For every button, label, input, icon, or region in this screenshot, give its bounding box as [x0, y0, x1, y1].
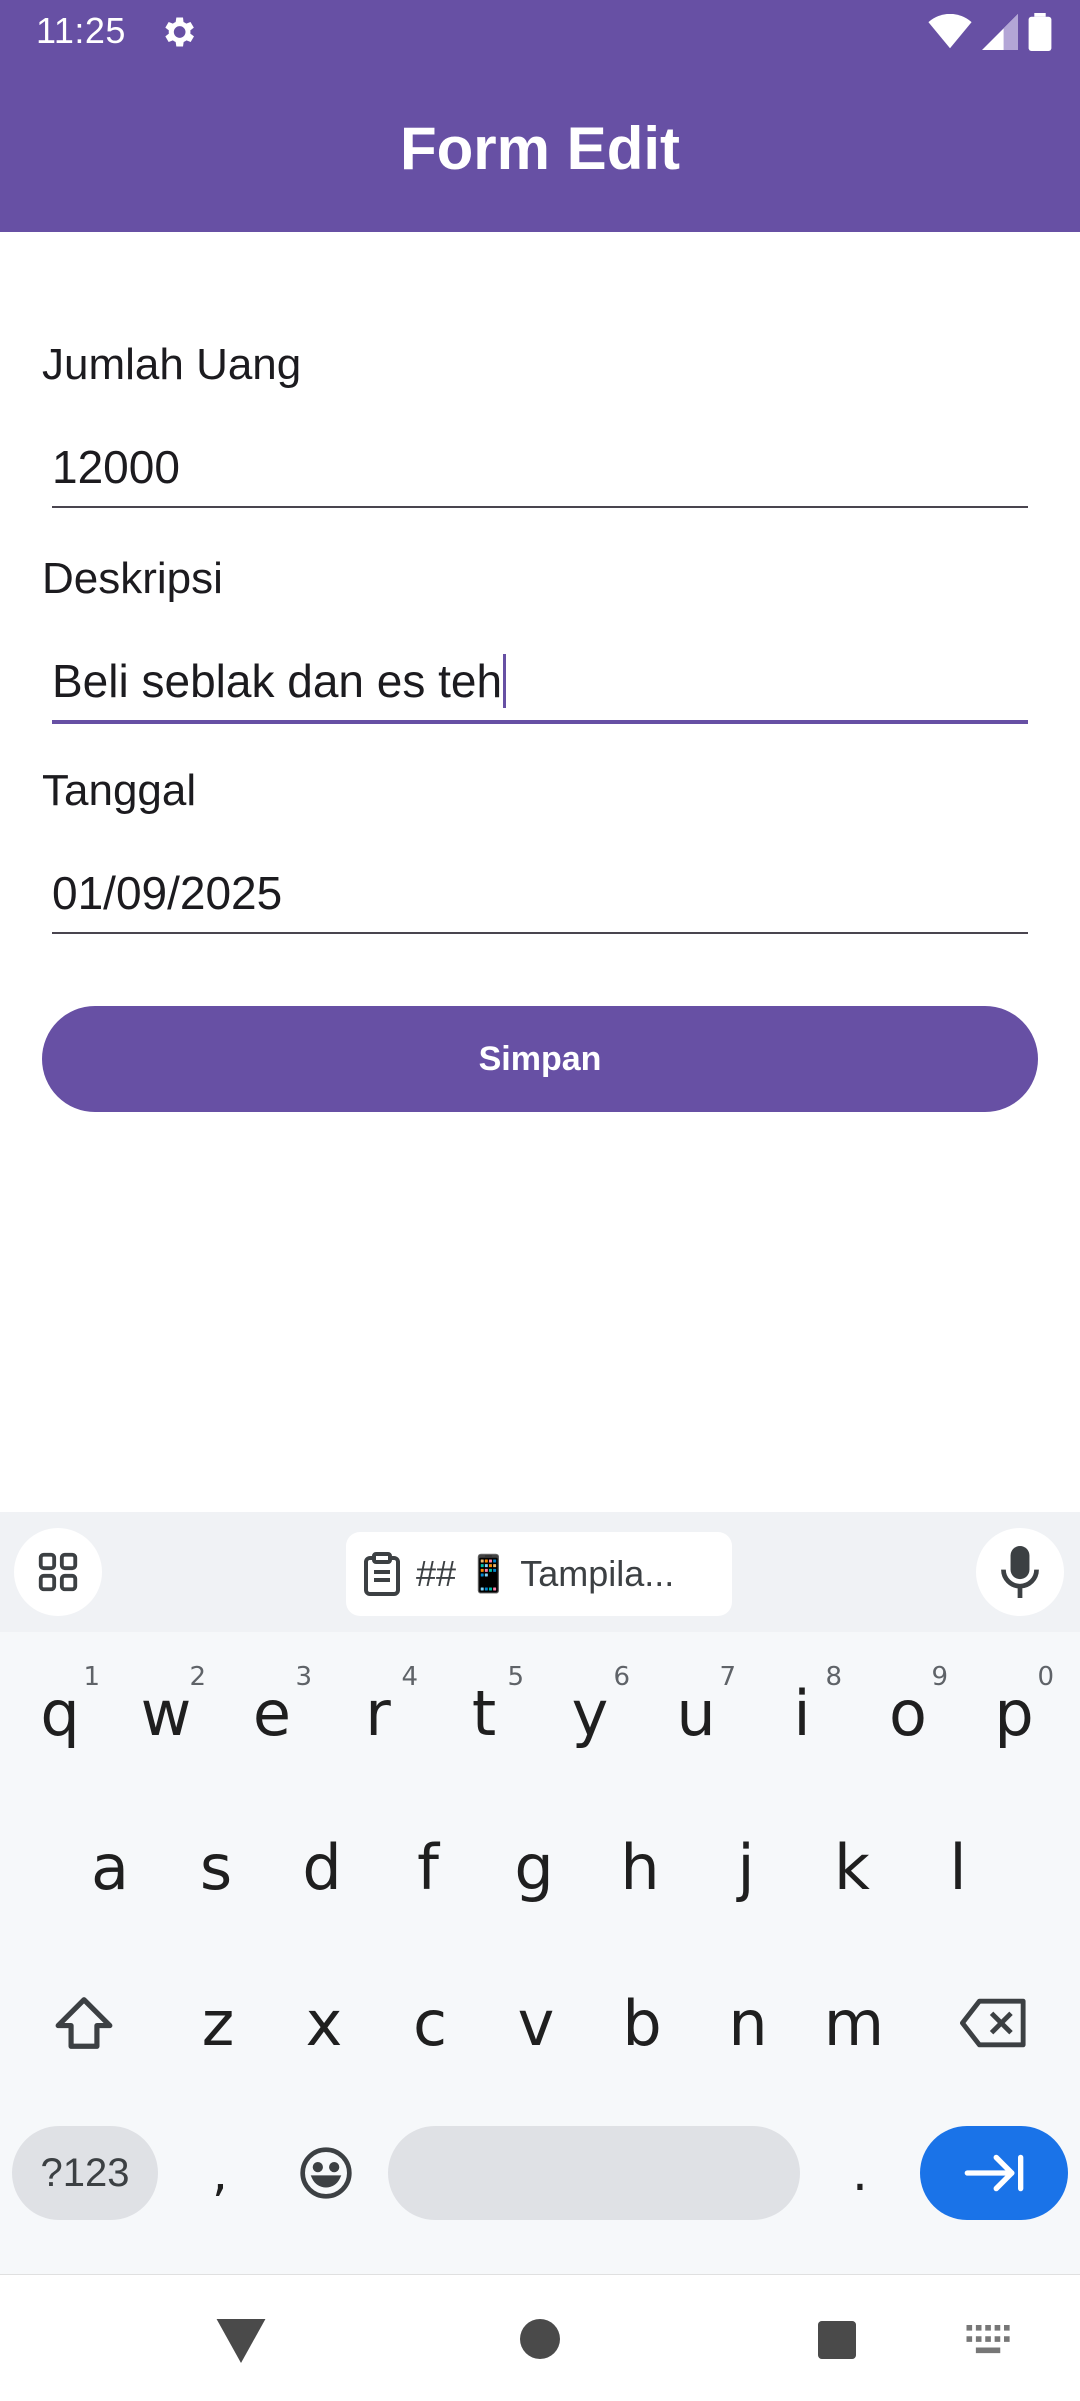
key-b[interactable]: b	[592, 1958, 692, 2088]
key-a[interactable]: a	[60, 1802, 160, 1932]
key-l[interactable]: l	[908, 1802, 1008, 1932]
key-v[interactable]: v	[486, 1958, 586, 2088]
key-x[interactable]: x	[274, 1958, 374, 2088]
clipboard-suggestion[interactable]: ## 📱 Tampila...	[346, 1532, 732, 1616]
microphone-icon[interactable]	[976, 1528, 1064, 1616]
key-z[interactable]: z	[168, 1958, 268, 2088]
key-d[interactable]: d	[272, 1802, 372, 1932]
keyboard-toolbar: ## 📱 Tampila...	[0, 1512, 1080, 1632]
status-bar: 11:25	[0, 0, 1080, 62]
key-g[interactable]: g	[484, 1802, 584, 1932]
key-u[interactable]: u7	[646, 1648, 746, 1778]
key-y[interactable]: y6	[540, 1648, 640, 1778]
clipboard-text: ## 📱 Tampila...	[416, 1553, 675, 1594]
soft-keyboard: ## 📱 Tampila... q1 w2 e3 r4 t5 y6 u7 i8 …	[0, 1512, 1080, 2274]
apps-grid-icon[interactable]	[14, 1528, 102, 1616]
status-time: 11:25	[36, 10, 126, 51]
key-i[interactable]: i8	[752, 1648, 852, 1778]
key-r[interactable]: r4	[328, 1648, 428, 1778]
date-field[interactable]: 01/09/2025	[52, 858, 1028, 934]
app-bar: Form Edit	[0, 62, 1080, 232]
clipboard-icon	[364, 1552, 400, 1596]
key-t[interactable]: t5	[434, 1648, 534, 1778]
date-value: 01/09/2025	[52, 867, 283, 919]
key-q[interactable]: q1	[10, 1648, 110, 1778]
key-w[interactable]: w2	[116, 1648, 216, 1778]
key-e[interactable]: e3	[222, 1648, 322, 1778]
description-label: Deskripsi	[42, 554, 223, 603]
key-m[interactable]: m	[804, 1958, 904, 2088]
settings-gear-icon	[165, 17, 194, 47]
shift-icon[interactable]	[34, 1958, 134, 2088]
amount-label: Jumlah Uang	[42, 340, 302, 389]
spacebar[interactable]	[388, 2126, 800, 2220]
amount-field[interactable]: 12000	[52, 432, 1028, 508]
keyboard-switch-icon[interactable]	[966, 2325, 1012, 2355]
key-f[interactable]: f	[378, 1802, 478, 1932]
description-value: Beli seblak dan es teh	[52, 653, 507, 712]
save-button[interactable]: Simpan	[42, 1006, 1038, 1112]
recents-icon[interactable]	[818, 2321, 856, 2359]
home-icon[interactable]	[520, 2319, 560, 2359]
key-period[interactable]: .	[810, 2108, 910, 2238]
key-j[interactable]: j	[696, 1802, 796, 1932]
description-field[interactable]: Beli seblak dan es teh	[52, 646, 1028, 724]
key-p[interactable]: p0	[964, 1648, 1064, 1778]
key-n[interactable]: n	[698, 1958, 798, 2088]
key-comma[interactable]: ,	[170, 2108, 270, 2238]
key-c[interactable]: c	[380, 1958, 480, 2088]
emoji-icon[interactable]	[276, 2108, 376, 2238]
system-nav-bar	[0, 2274, 1080, 2401]
amount-value: 12000	[52, 441, 180, 493]
wifi-icon	[928, 14, 972, 49]
tab-arrow-icon	[964, 2154, 1024, 2192]
date-label: Tanggal	[42, 766, 197, 815]
key-h[interactable]: h	[590, 1802, 690, 1932]
cell-signal-icon	[982, 14, 1018, 50]
symbols-key[interactable]: ?123	[12, 2126, 158, 2220]
back-icon[interactable]	[216, 2319, 266, 2363]
key-o[interactable]: o9	[858, 1648, 958, 1778]
key-k[interactable]: k	[802, 1802, 902, 1932]
key-s[interactable]: s	[166, 1802, 266, 1932]
text-cursor	[503, 653, 507, 708]
page-title: Form Edit	[400, 115, 680, 182]
backspace-icon[interactable]	[944, 1958, 1044, 2088]
next-field-button[interactable]	[920, 2126, 1068, 2220]
battery-icon	[1028, 13, 1052, 51]
